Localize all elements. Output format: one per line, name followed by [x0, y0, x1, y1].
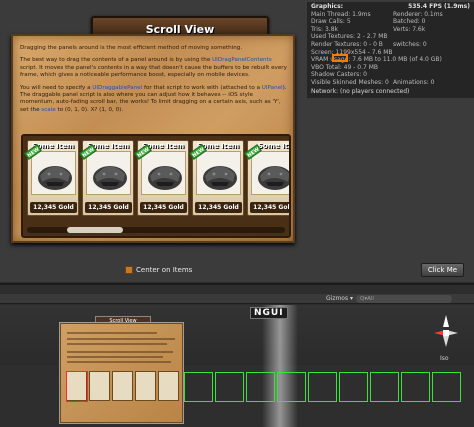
- center-on-items-label: Center on Items: [136, 266, 193, 274]
- scene-item[interactable]: [89, 371, 110, 401]
- stats-row: Render Textures: 0 - 0 Bswitches: 0: [311, 40, 427, 48]
- helmet-icon: [258, 166, 289, 190]
- text-line: [67, 356, 163, 358]
- scene-item[interactable]: [112, 371, 133, 401]
- text-line: [67, 343, 167, 345]
- scene-item[interactable]: [158, 371, 179, 401]
- gizmos-dropdown[interactable]: Gizmos ▾: [326, 295, 353, 302]
- item-image: [251, 151, 289, 195]
- text-line: [67, 361, 171, 363]
- grid-cell: [339, 372, 368, 402]
- item-card[interactable]: Some Item NEW 12,345 Gold: [134, 140, 189, 216]
- stats-row: Visible Skinned Meshes: 0 Animations: 0: [311, 78, 435, 86]
- scroll-view-panel: Dragging the panels around is the most e…: [11, 34, 295, 243]
- game-view: Scroll View Dragging the panels around i…: [0, 0, 474, 282]
- text-line: [67, 338, 175, 340]
- selection-outline: [66, 371, 88, 402]
- grid-cell: [432, 372, 461, 402]
- helmet-icon: [93, 166, 127, 190]
- item-card[interactable]: Some It NEW 12,345 Gold: [244, 140, 289, 216]
- grid-cell: [246, 372, 275, 402]
- link-uidragpanelcontents: UIDragPanelContents: [212, 57, 272, 64]
- grid-cell: [370, 372, 399, 402]
- helmet-icon: [203, 166, 237, 190]
- item-price: 12,345 Gold: [85, 202, 132, 213]
- highlight-box: [332, 54, 348, 62]
- item-price: 12,345 Gold: [195, 202, 242, 213]
- center-on-items-checkbox[interactable]: [125, 266, 133, 274]
- description-paragraph-2: The best way to drag the contents of a p…: [20, 57, 287, 79]
- helmet-icon: [148, 166, 182, 190]
- item-card[interactable]: Some Item NEW 12,345 Gold: [189, 140, 244, 216]
- items-row: Some Item NEW 12,345 Gold Some Item NEW …: [24, 140, 289, 216]
- item-image: [31, 151, 76, 195]
- description-paragraph-1: Dragging the panels around is the most e…: [20, 45, 243, 51]
- scene-search-input[interactable]: Q▾All: [356, 295, 452, 303]
- horizontal-scrollbar[interactable]: [27, 227, 285, 233]
- scrollbar-thumb[interactable]: [67, 227, 123, 233]
- text-line: [67, 332, 157, 334]
- description-text: Dragging the panels around is the most e…: [20, 45, 288, 119]
- item-price: 12,345 Gold: [140, 202, 187, 213]
- link-scale: scale: [41, 106, 56, 113]
- item-scroll-view[interactable]: Some Item NEW 12,345 Gold Some Item NEW …: [21, 134, 291, 238]
- fps-readout: 535.4 FPS (1.9ms): [408, 3, 470, 10]
- grid-cells: [184, 372, 463, 402]
- network-status: Network: (no players connected): [311, 87, 410, 95]
- stats-row: Shadow Casters: 0: [311, 71, 367, 79]
- click-me-button[interactable]: Click Me: [421, 263, 464, 277]
- stats-row: Draw Calls: 5 Batched: 0: [311, 18, 426, 26]
- link-uidraggablepanel: UIDraggablePanel: [92, 84, 143, 91]
- projection-label[interactable]: Iso: [440, 355, 449, 362]
- item-card[interactable]: Some Item NEW 12,345 Gold: [24, 140, 79, 216]
- grid-cell: [184, 372, 213, 402]
- link-uipanel: UIPanel: [261, 84, 283, 91]
- grid-cell: [277, 372, 306, 402]
- grid-cell: [401, 372, 430, 402]
- item-card[interactable]: Some Item NEW 12,345 Gold: [79, 140, 134, 216]
- view-divider[interactable]: [0, 283, 474, 285]
- stats-row: Main Thread: 1.9ms Renderer: 0.1ms: [311, 10, 443, 18]
- helmet-icon: [38, 166, 72, 190]
- grid-cell: [308, 372, 337, 402]
- stats-row: Tris: 3.8k Verts: 7.6k: [311, 25, 426, 33]
- scene-item[interactable]: [135, 371, 156, 401]
- ngui-logo: NGUI: [250, 307, 288, 319]
- scene-toolbar: Gizmos ▾ Q▾All: [0, 294, 474, 304]
- axis-gizmo-icon[interactable]: [432, 313, 460, 353]
- stats-row: VBO Total: 49 - 0.7 MB: [311, 63, 379, 71]
- item-image: [196, 151, 241, 195]
- light-beam: [262, 305, 298, 427]
- description-paragraph-3: You will need to specify a UIDraggablePa…: [20, 84, 287, 113]
- stats-header: Graphics: 535.4 FPS (1.9ms): [311, 3, 470, 10]
- grid-cell: [215, 372, 244, 402]
- item-price: 12,345 Gold: [250, 202, 289, 213]
- text-line: [67, 351, 173, 353]
- item-image: [141, 151, 186, 195]
- scene-view[interactable]: NGUI Scroll View Iso: [0, 305, 474, 427]
- item-price: 12,345 Gold: [30, 202, 77, 213]
- item-image: [86, 151, 131, 195]
- center-on-items-toggle[interactable]: Center on Items: [125, 266, 192, 274]
- stats-row: Used Textures: 2 - 2.7 MB: [311, 33, 388, 41]
- stats-overlay: Graphics: 535.4 FPS (1.9ms) Main Thread:…: [307, 2, 474, 98]
